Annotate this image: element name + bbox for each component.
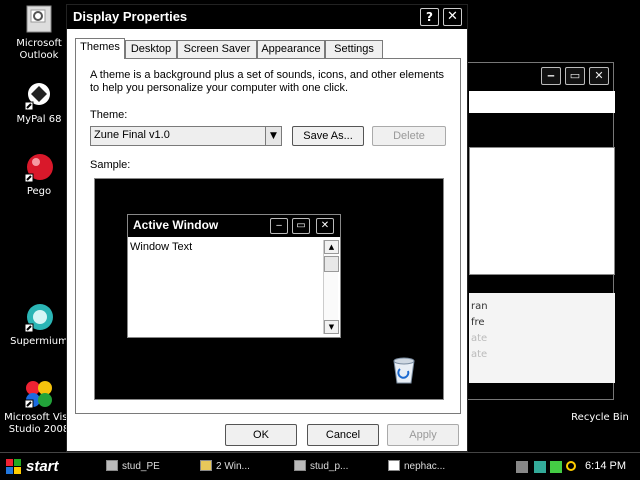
app-icon xyxy=(388,460,400,471)
sample-window-text: Window Text xyxy=(130,241,193,253)
tab-screen-saver[interactable]: Screen Saver xyxy=(177,40,257,58)
background-window-content xyxy=(469,147,615,275)
dialog-titlebar[interactable]: Display Properties ? ✕ xyxy=(67,5,467,29)
theme-sample-preview: Active Window ‒ ▭ ✕ Window Text ▲ ▼ xyxy=(94,178,444,400)
background-window-list: ran fre ate ate xyxy=(469,293,615,383)
taskbar-button[interactable]: stud_p... xyxy=(294,456,380,478)
bg-snippet: fre xyxy=(471,317,485,328)
maximize-icon: ▭ xyxy=(292,218,310,234)
scroll-down-icon: ▼ xyxy=(324,320,339,334)
taskbar-button[interactable]: stud_PE xyxy=(106,456,192,478)
update-icon[interactable] xyxy=(550,461,562,473)
theme-select-value: Zune Final v1.0 xyxy=(94,129,170,141)
windows-flag-icon xyxy=(6,459,21,474)
taskbar-button-label: nephac... xyxy=(404,461,446,472)
search-icon[interactable] xyxy=(566,461,576,471)
taskbar-button[interactable]: 2 Win... xyxy=(200,456,286,478)
background-window-toolbar xyxy=(469,91,615,113)
start-label: start xyxy=(26,458,59,475)
folder-icon xyxy=(200,460,212,471)
apply-button[interactable]: Apply xyxy=(387,424,459,446)
sample-window-titlebar: Active Window ‒ ▭ ✕ xyxy=(128,215,340,237)
desktop-icon-label: Recycle Bin xyxy=(571,412,629,423)
recycle-bin-icon xyxy=(391,355,417,385)
display-properties-dialog[interactable]: Display Properties ? ✕ Themes Desktop Sc… xyxy=(66,4,468,452)
bg-snippet: ate xyxy=(471,333,488,344)
scroll-thumb xyxy=(324,256,339,272)
start-button[interactable]: start xyxy=(0,455,78,479)
mypal-icon xyxy=(23,80,55,112)
clock[interactable]: 6:14 PM xyxy=(585,460,626,472)
taskbar: start stud_PE 2 Win... stud_p... nephac.… xyxy=(0,452,640,480)
scroll-up-icon: ▲ xyxy=(324,240,339,254)
tab-settings[interactable]: Settings xyxy=(325,40,383,58)
help-button[interactable]: ? xyxy=(420,8,439,26)
sample-window-title: Active Window xyxy=(133,218,219,232)
theme-description: A theme is a background plus a set of so… xyxy=(90,69,445,94)
network-icon[interactable] xyxy=(534,461,546,473)
pego-icon xyxy=(23,152,55,184)
app-icon xyxy=(106,460,118,471)
close-button[interactable]: ✕ xyxy=(443,8,462,26)
desktop-icon-recycle-bin[interactable]: Recycle Bin xyxy=(560,412,640,424)
cancel-button[interactable]: Cancel xyxy=(307,424,379,446)
bg-snippet: ate xyxy=(471,349,488,360)
background-window-titlebar[interactable]: ‒ ▭ ✕ xyxy=(463,63,613,87)
background-window[interactable]: ‒ ▭ ✕ ran fre ate ate xyxy=(462,62,615,400)
tab-appearance[interactable]: Appearance xyxy=(257,40,325,58)
outlook-icon xyxy=(23,4,55,36)
minimize-icon: ‒ xyxy=(270,218,288,234)
sample-scrollbar: ▲ ▼ xyxy=(323,240,339,334)
system-tray: 6:14 PM xyxy=(510,455,640,479)
maximize-icon[interactable]: ▭ xyxy=(565,67,585,85)
taskbar-button-label: 2 Win... xyxy=(216,461,250,472)
visual-studio-icon xyxy=(23,378,55,410)
dialog-title: Display Properties xyxy=(73,9,188,24)
taskbar-button-label: stud_PE xyxy=(122,461,160,472)
tab-themes[interactable]: Themes xyxy=(75,38,125,59)
tab-desktop[interactable]: Desktop xyxy=(125,40,177,58)
taskbar-button-label: stud_p... xyxy=(310,461,349,472)
delete-button[interactable]: Delete xyxy=(372,126,446,146)
ok-button[interactable]: OK xyxy=(225,424,297,446)
sample-label: Sample: xyxy=(90,159,131,171)
chevron-down-icon[interactable]: ▼ xyxy=(265,127,281,145)
app-icon xyxy=(294,460,306,471)
minimize-icon[interactable]: ‒ xyxy=(541,67,561,85)
save-as-button[interactable]: Save As... xyxy=(292,126,364,146)
supermium-icon xyxy=(23,302,55,334)
themes-panel: A theme is a background plus a set of so… xyxy=(75,58,461,414)
theme-select[interactable]: Zune Final v1.0 ▼ xyxy=(90,126,282,146)
close-icon[interactable]: ✕ xyxy=(589,67,609,85)
close-icon: ✕ xyxy=(316,218,334,234)
theme-label: Theme: xyxy=(90,109,128,121)
keyboard-icon[interactable] xyxy=(516,461,528,473)
bg-snippet: ran xyxy=(471,301,488,312)
sample-active-window: Active Window ‒ ▭ ✕ Window Text ▲ ▼ xyxy=(127,214,341,338)
taskbar-button[interactable]: nephac... xyxy=(388,456,474,478)
